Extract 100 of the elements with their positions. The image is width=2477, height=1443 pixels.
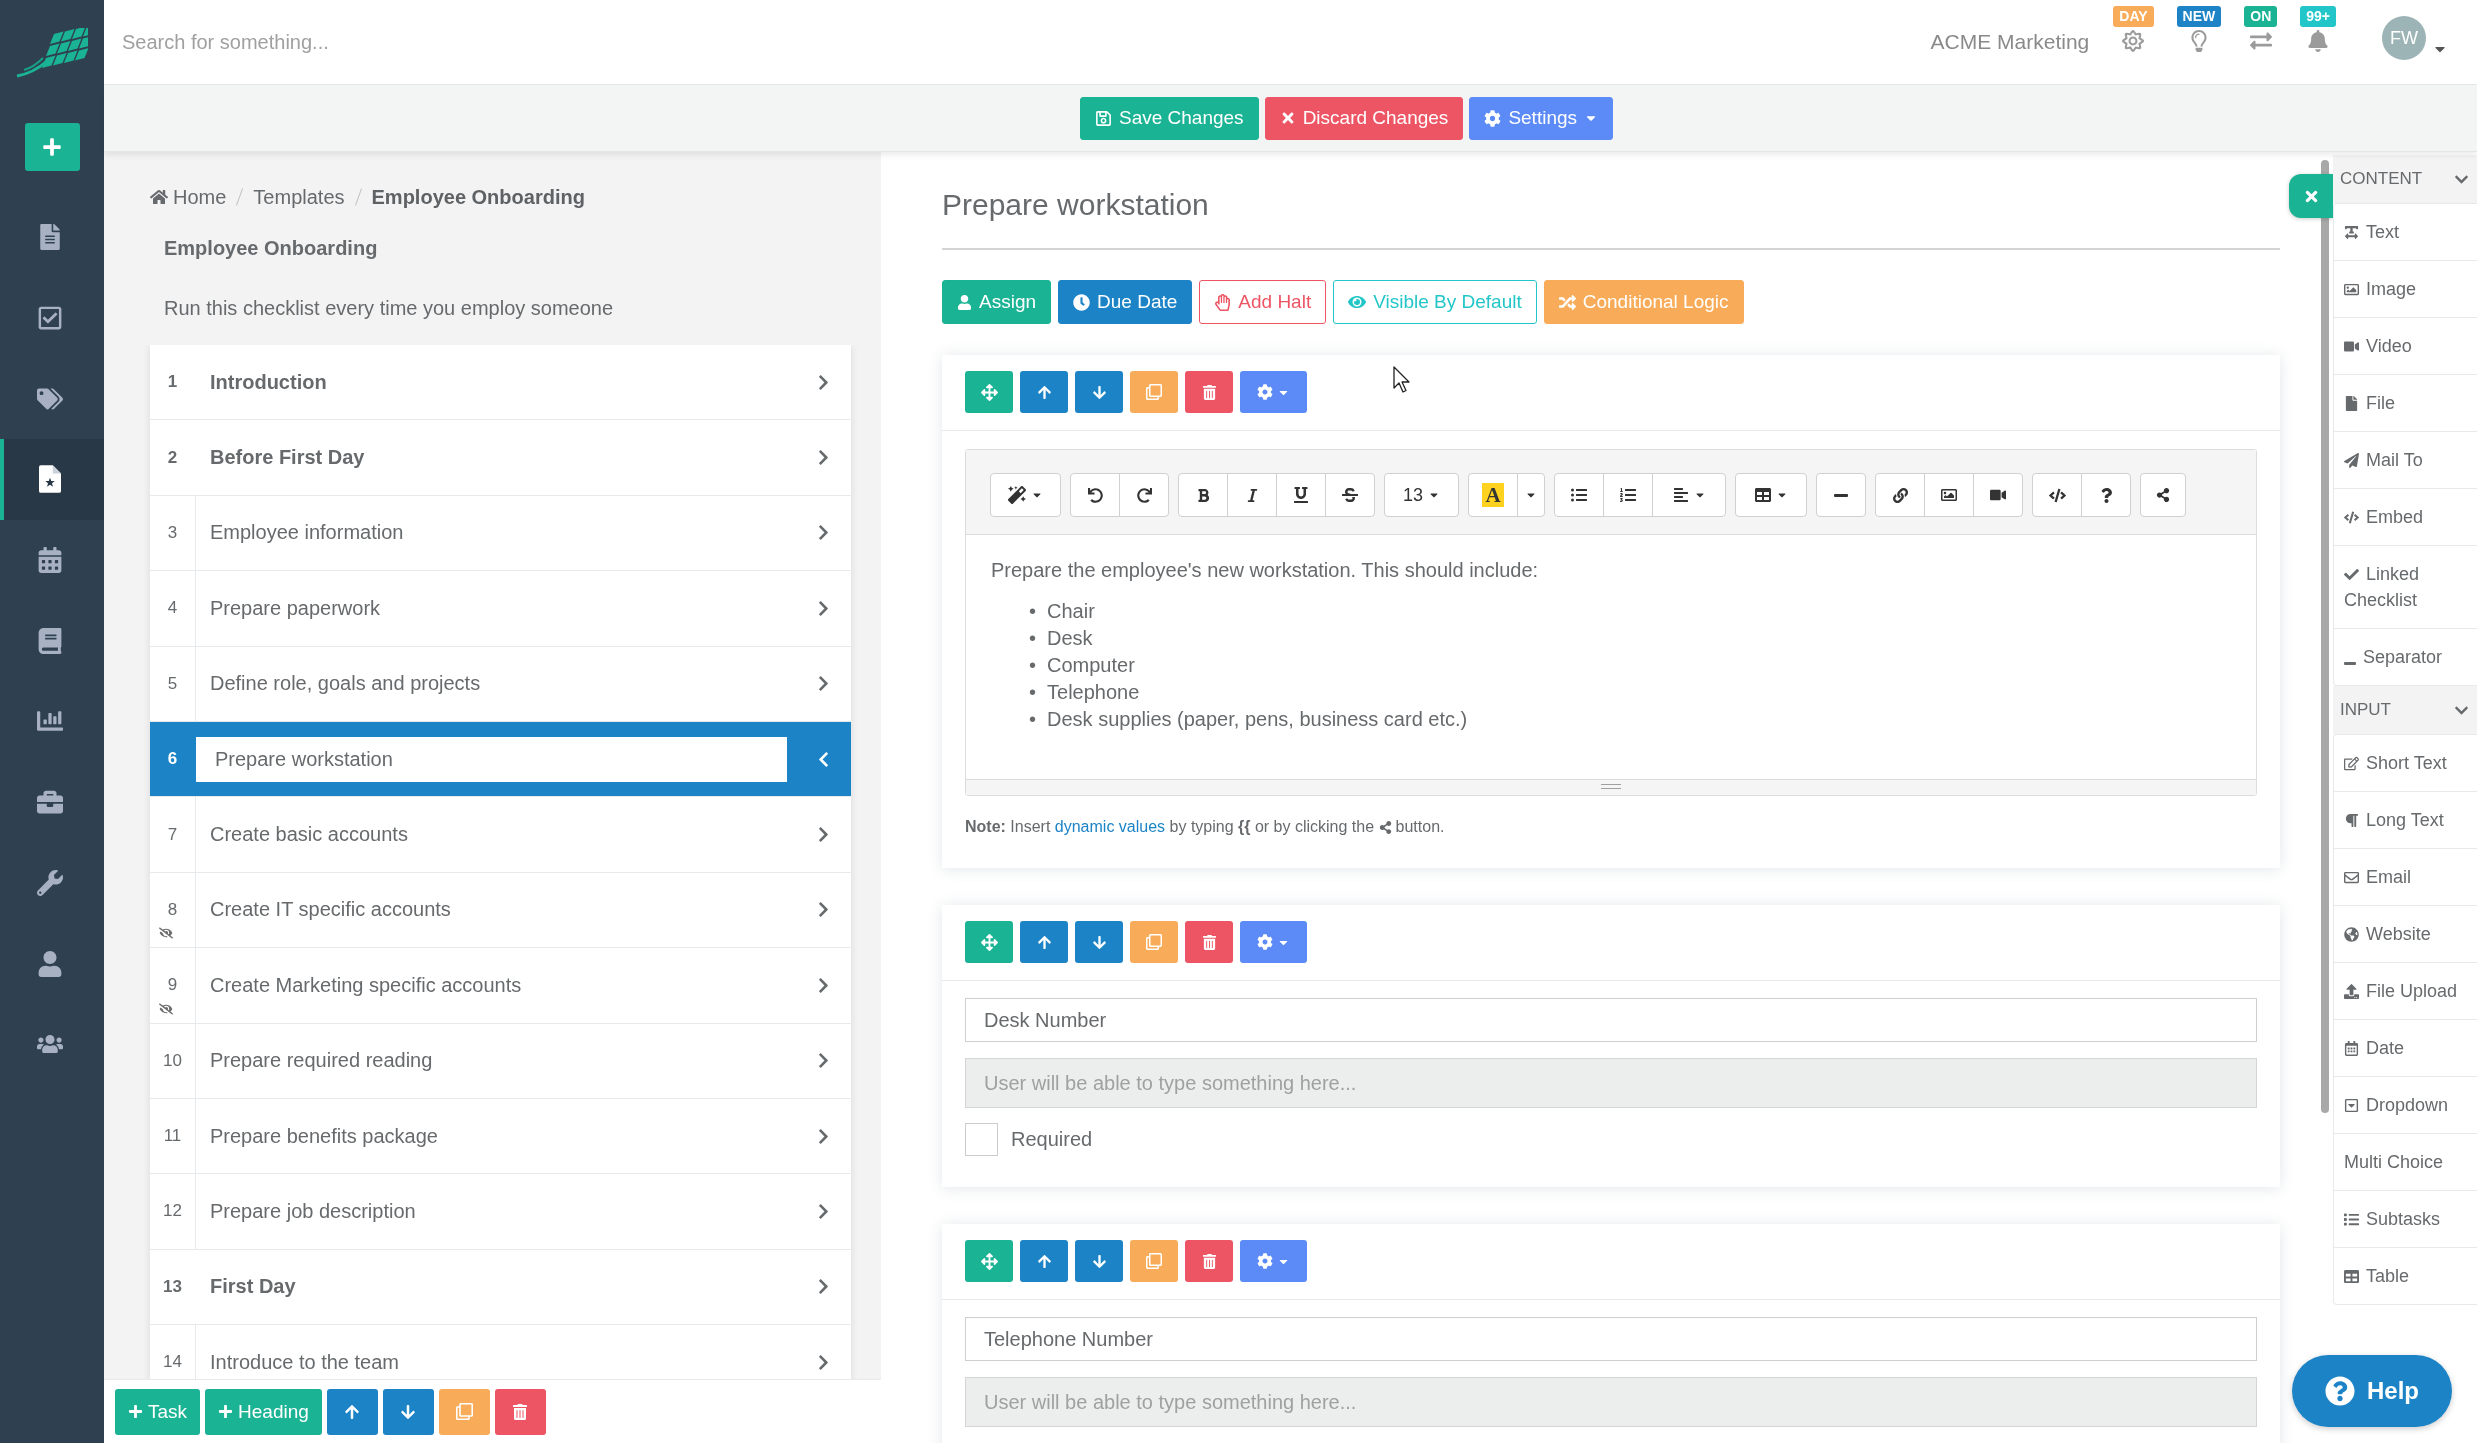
help-button[interactable]: Help <box>2292 1355 2452 1427</box>
link-button[interactable] <box>1875 473 1925 517</box>
due-button[interactable]: Due Date <box>1058 280 1193 324</box>
row-number: 8 <box>167 899 178 920</box>
palette-item[interactable]: Separator <box>2334 629 2477 685</box>
delete-button[interactable] <box>1185 921 1233 963</box>
nav-item[interactable] <box>0 439 104 520</box>
palette-item[interactable]: Short Text <box>2334 735 2477 792</box>
checklist-row[interactable]: 14 Introduce to the team <box>150 1325 851 1379</box>
help-button[interactable] <box>2081 473 2131 517</box>
checklist-row[interactable]: 11 Prepare benefits package <box>150 1098 851 1175</box>
font-color-button[interactable]: A <box>1468 473 1518 517</box>
move-down-button[interactable] <box>1075 1240 1123 1282</box>
underline-button[interactable] <box>1276 473 1326 517</box>
move-up-button[interactable] <box>1020 371 1068 413</box>
move-down-button[interactable] <box>382 1388 434 1435</box>
move-button[interactable] <box>965 1240 1013 1282</box>
align-button[interactable] <box>1652 473 1726 517</box>
italic-button[interactable] <box>1227 473 1277 517</box>
undo-button[interactable] <box>1070 473 1120 517</box>
palette-item[interactable]: Dropdown <box>2334 1077 2477 1134</box>
palette-item[interactable]: File <box>2334 375 2477 432</box>
redo-button[interactable] <box>1119 473 1169 517</box>
breadcrumb-link[interactable]: Home <box>150 185 227 209</box>
settings-button[interactable]: Settings <box>1469 96 1614 140</box>
style-button[interactable] <box>990 473 1061 517</box>
checklist-row[interactable]: 3 Employee information <box>150 495 851 572</box>
move-up-button[interactable] <box>326 1388 378 1435</box>
move-down-button[interactable] <box>1075 921 1123 963</box>
discard-button[interactable]: Discard Changes <box>1264 96 1464 140</box>
eye-icon <box>1348 293 1367 311</box>
delete-button[interactable] <box>1185 1240 1233 1282</box>
checklist-row[interactable]: 5 Define role, goals and projects <box>150 646 851 722</box>
checklist-row[interactable]: 8 Create IT specific accounts <box>150 872 851 949</box>
close-button[interactable] <box>2289 174 2333 218</box>
halt-button[interactable]: Add Halt <box>1199 280 1327 324</box>
bold-button[interactable] <box>1178 473 1228 517</box>
share-button[interactable] <box>2140 473 2186 517</box>
palette-item[interactable]: Subtasks <box>2334 1191 2477 1248</box>
section-header[interactable]: CONTENT <box>2333 155 2477 203</box>
bullet-list-button[interactable] <box>1554 473 1604 517</box>
editor-content[interactable]: Prepare the employee's new workstation. This should include: • Chair • Desk • Computer • Telephone • Desk supplies (paper, pens, business card etc.) <box>966 535 2256 779</box>
resize-handle[interactable] <box>966 779 2256 795</box>
checklist-row[interactable]: 13 First Day <box>150 1249 851 1326</box>
question-input[interactable]: Desk Number <box>965 998 2257 1042</box>
settings-button[interactable] <box>1240 371 1307 413</box>
move-up-button[interactable] <box>1020 1240 1068 1282</box>
checklist-row[interactable]: 9 Create Marketing specific accounts <box>150 948 851 1024</box>
palette-item[interactable]: Long Text <box>2334 792 2477 849</box>
move-button[interactable] <box>965 921 1013 963</box>
answer-field[interactable]: User will be able to type something here... <box>965 1058 2257 1108</box>
palette-item[interactable]: Linked Checklist <box>2334 546 2477 629</box>
search-field[interactable]: Search for something... <box>122 17 822 67</box>
answer-field[interactable]: User will be able to type something here... <box>965 1377 2257 1427</box>
move-button[interactable] <box>965 371 1013 413</box>
section-header[interactable]: INPUT <box>2333 686 2477 734</box>
palette-item[interactable]: Text <box>2334 204 2477 261</box>
palette-item[interactable]: File Upload <box>2334 963 2477 1020</box>
palette-item[interactable]: Website <box>2334 906 2477 963</box>
palette-item[interactable]: Email <box>2334 849 2477 906</box>
table-button[interactable] <box>1735 473 1807 517</box>
palette-item[interactable]: Multi Choice <box>2334 1134 2477 1191</box>
palette-item[interactable]: Embed <box>2334 489 2477 546</box>
palette-item[interactable]: Mail To <box>2334 432 2477 489</box>
strikethrough-button[interactable] <box>1325 473 1375 517</box>
checklist-row[interactable]: 1 Introduction <box>150 345 851 421</box>
checklist-row[interactable]: 7 Create basic accounts <box>150 797 851 873</box>
video-button[interactable] <box>1973 473 2023 517</box>
numbered-list-button[interactable] <box>1603 473 1653 517</box>
scrollbar-thumb[interactable] <box>2321 160 2329 1113</box>
palette-item[interactable]: Image <box>2334 261 2477 318</box>
row-number: 10 <box>163 1050 182 1071</box>
list-item: Desk <box>1047 626 1093 651</box>
align-left-icon <box>1672 487 1689 503</box>
checklist-row[interactable]: 10 Prepare required reading <box>150 1023 851 1099</box>
checklist-row[interactable]: 12 Prepare job description <box>150 1174 851 1250</box>
code-view-button[interactable] <box>2032 473 2082 517</box>
delete-button[interactable] <box>494 1388 546 1435</box>
checklist-row[interactable]: 4 Prepare paperwork <box>150 571 851 647</box>
checklist-row[interactable]: 6 Prepare workstation <box>150 721 851 798</box>
move-down-button[interactable] <box>1075 371 1123 413</box>
dynamic-values-link[interactable]: dynamic values <box>1054 818 1166 835</box>
palette-item[interactable]: Video <box>2334 318 2477 375</box>
breadcrumb-link[interactable]: Templates <box>253 185 345 209</box>
task-name-input[interactable]: Prepare workstation <box>196 736 787 782</box>
image-button[interactable] <box>1924 473 1974 517</box>
delete-button[interactable] <box>1185 371 1233 413</box>
checklist-row[interactable]: 2 Before First Day <box>150 420 851 496</box>
move-up-button[interactable] <box>1020 921 1068 963</box>
font-size-button[interactable]: 13 <box>1384 473 1459 517</box>
required-checkbox[interactable] <box>965 1123 998 1156</box>
color-dropdown-button[interactable] <box>1517 473 1545 517</box>
add-button[interactable] <box>24 123 80 171</box>
palette-item[interactable]: Date <box>2334 1020 2477 1077</box>
arrow-down-icon <box>1091 934 1107 950</box>
row-number: 4 <box>167 598 178 619</box>
question-input[interactable]: Telephone Number <box>965 1317 2257 1361</box>
settings-button[interactable] <box>1240 921 1307 963</box>
palette-item[interactable]: Table <box>2334 1248 2477 1304</box>
settings-button[interactable] <box>1240 1240 1307 1282</box>
